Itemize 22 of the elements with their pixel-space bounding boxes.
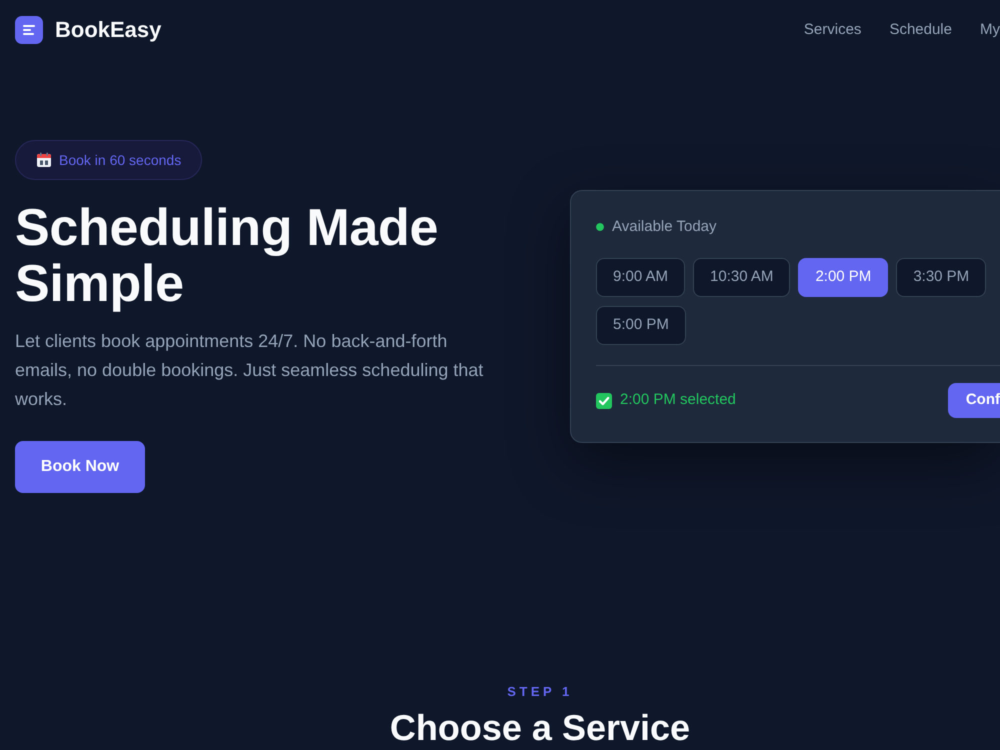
selection-text: 2:00 PM selected	[620, 390, 736, 410]
confirm-button[interactable]: Conf	[948, 383, 1000, 418]
time-slot-button[interactable]: 3:30 PM	[896, 258, 986, 297]
time-slot-button[interactable]: 2:00 PM	[798, 258, 888, 297]
section-title: Choose a Service	[388, 707, 692, 749]
status-text: Available Today	[612, 216, 717, 237]
time-slot-button[interactable]: 9:00 AM	[596, 258, 686, 297]
nav-link[interactable]: Schedule	[889, 21, 952, 39]
book-now-button[interactable]: Book Now	[15, 441, 145, 493]
nav-link[interactable]: Services	[804, 21, 862, 39]
hero-title: Scheduling Made Simple	[15, 200, 440, 312]
status-dot-icon	[596, 223, 604, 231]
calendar-icon	[36, 152, 52, 168]
time-slot-button[interactable]: 10:30 AM	[693, 258, 790, 297]
step-label: STEP 1	[506, 683, 574, 701]
nav-link[interactable]: My	[980, 21, 1000, 39]
check-icon	[596, 392, 612, 408]
tagline-text: Book in 60 seconds	[59, 150, 182, 170]
hero-description: Let clients book appointments 24/7. No back-and-forth emails, no double bookings. Just seamless scheduling that works.	[15, 330, 484, 411]
logo-icon	[15, 16, 43, 44]
time-slot-button[interactable]: 5:00 PM	[596, 306, 686, 345]
brand-name: BookEasy	[55, 19, 162, 41]
